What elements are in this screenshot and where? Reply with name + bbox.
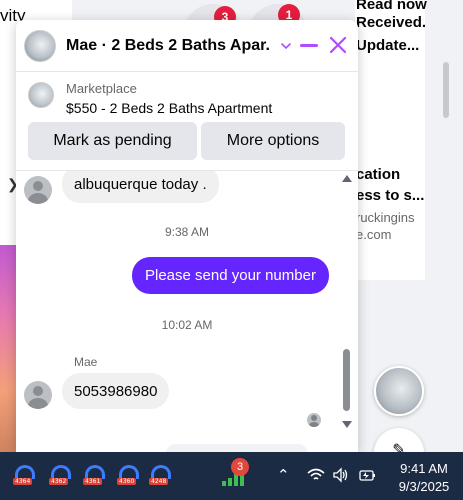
message-list: albuquerque today . 9:38 AM Please send …	[16, 170, 358, 452]
scroll-down-arrow-icon[interactable]	[342, 421, 352, 428]
clock-date: 9/3/2025	[398, 479, 450, 494]
app-label: 4361	[83, 478, 103, 485]
chat-head-avatar[interactable]	[374, 366, 424, 416]
app-label: 4362	[49, 478, 69, 485]
clock-time: 9:41 AM	[400, 461, 448, 476]
listing-source: Marketplace	[66, 81, 137, 96]
more-options-button[interactable]: More options	[201, 122, 345, 160]
sender-avatar[interactable]	[24, 381, 52, 409]
right-text[interactable]: Read now	[356, 0, 427, 13]
wifi-icon[interactable]	[307, 467, 325, 483]
listing-title[interactable]: $550 - 2 Beds 2 Baths Apartment	[66, 100, 272, 116]
chevron-down-icon[interactable]	[279, 39, 293, 53]
app-label: 4364	[13, 478, 33, 485]
taskbar-app[interactable]: 4362	[49, 464, 74, 488]
incoming-message: albuquerque today .	[62, 171, 219, 203]
right-text[interactable]: Update...	[356, 37, 419, 54]
page-scrollbar[interactable]	[443, 62, 449, 118]
message-scrollbar[interactable]	[340, 175, 352, 450]
network-badge: 3	[231, 458, 249, 476]
minimize-icon[interactable]	[300, 44, 318, 47]
scroll-up-arrow-icon[interactable]	[342, 175, 352, 182]
clock[interactable]: 9:41 AM 9/3/2025	[389, 460, 459, 496]
right-subtext: ruckingins	[356, 210, 415, 225]
left-panel-strip	[0, 150, 16, 250]
seen-indicator	[307, 413, 321, 427]
outgoing-message: Please send your number	[132, 257, 329, 294]
chat-title[interactable]: Mae · 2 Beds 2 Baths Apar...	[66, 37, 271, 55]
volume-icon[interactable]	[332, 467, 350, 483]
taskbar-app[interactable]: 4360	[117, 464, 142, 488]
chat-window: Mae · 2 Beds 2 Baths Apar... Marketplace…	[16, 20, 358, 452]
sender-name: Mae	[74, 355, 98, 369]
close-icon[interactable]	[329, 36, 347, 54]
taskbar-app[interactable]: 4248	[149, 464, 174, 488]
right-text[interactable]: ess to s...	[356, 187, 424, 204]
timestamp: 9:38 AM	[164, 225, 210, 239]
battery-charging-icon[interactable]	[357, 467, 377, 483]
app-label: 4360	[117, 478, 137, 485]
message-composer[interactable]	[166, 444, 308, 452]
taskbar-app[interactable]: 4364	[13, 464, 38, 488]
right-text[interactable]: Received.	[356, 14, 426, 31]
listing-banner: Marketplace $550 - 2 Beds 2 Baths Apartm…	[16, 72, 358, 168]
listing-avatar[interactable]	[24, 29, 56, 62]
sender-avatar[interactable]	[24, 176, 52, 204]
right-text[interactable]: cation	[356, 166, 400, 183]
incoming-message: 5053986980	[62, 373, 170, 409]
app-label: 4248	[149, 478, 169, 485]
right-subtext: e.com	[356, 227, 392, 242]
taskbar-app[interactable]: 4361	[83, 464, 108, 488]
timestamp: 10:02 AM	[161, 318, 213, 332]
chevron-up-icon[interactable]: ⌃	[277, 466, 290, 484]
listing-thumbnail[interactable]	[28, 82, 54, 108]
mark-as-pending-button[interactable]: Mark as pending	[28, 122, 197, 160]
scroll-thumb[interactable]	[343, 349, 350, 411]
